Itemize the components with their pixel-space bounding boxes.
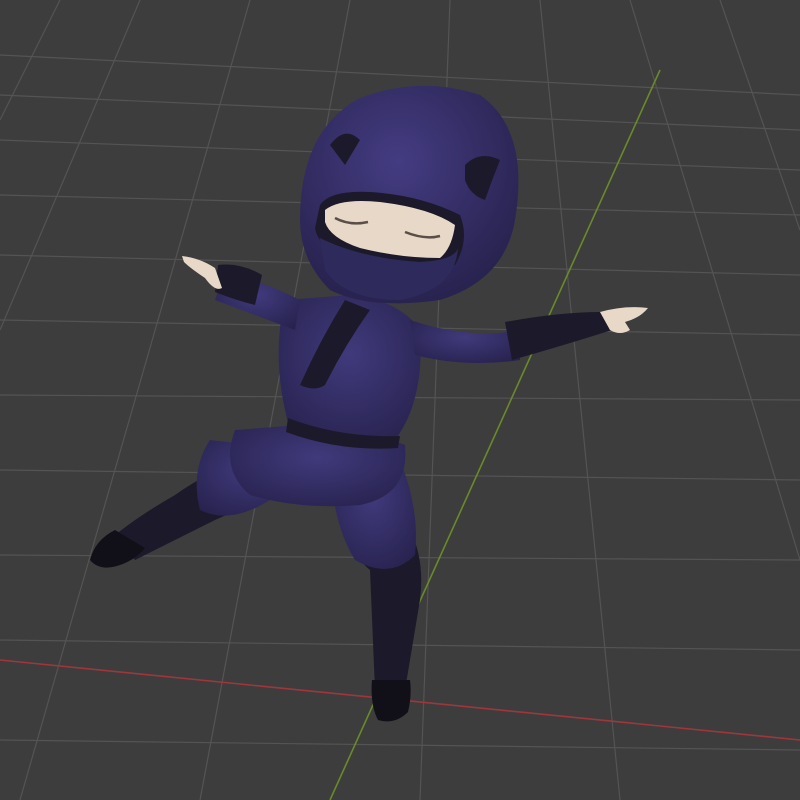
right-foot	[371, 680, 411, 722]
3d-viewport[interactable]	[0, 0, 800, 800]
viewport-canvas	[0, 0, 800, 800]
right-arm	[410, 320, 520, 364]
ninja-character	[90, 85, 648, 722]
right-glove	[505, 312, 612, 360]
